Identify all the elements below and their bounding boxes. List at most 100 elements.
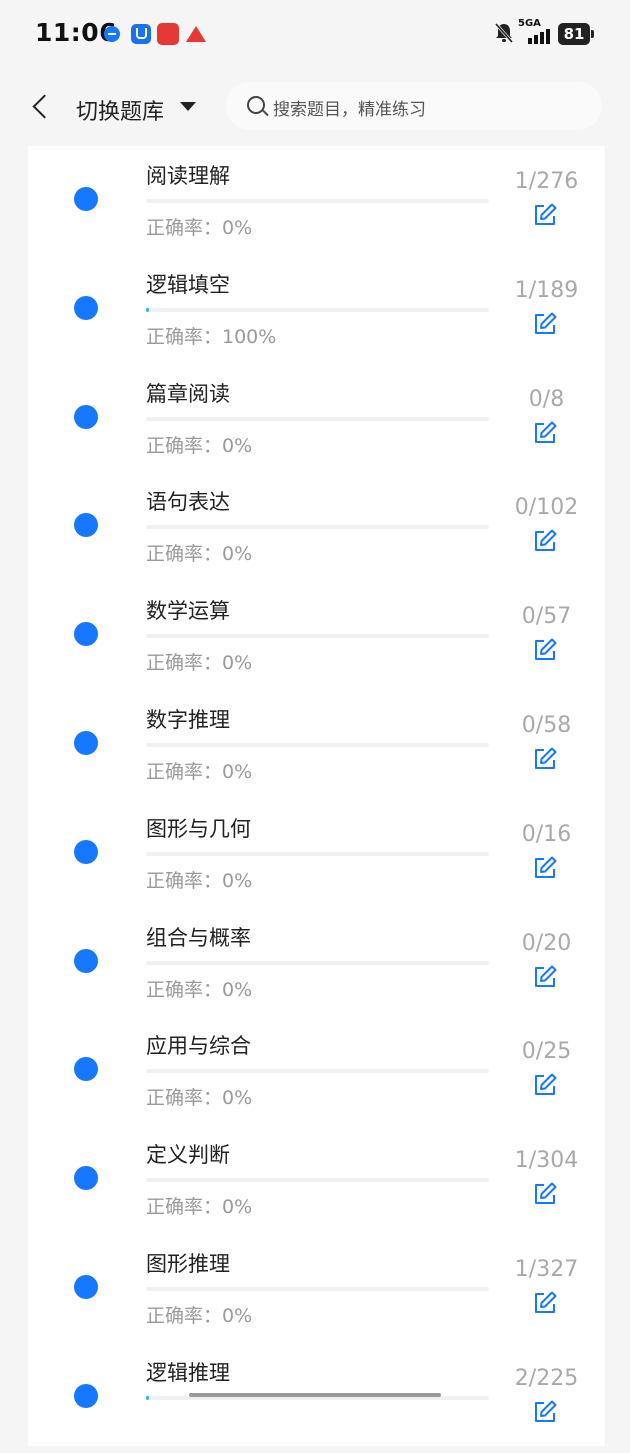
progress-count: 0/25 [521,1039,572,1065]
accuracy-text: 正确率：0% [146,869,253,892]
edit-icon[interactable] [532,1181,558,1207]
category-title: 定义判断 [146,1143,230,1168]
list-item[interactable]: 数学运算 正确率：0% 0/57 [28,583,605,691]
list-item[interactable]: 逻辑填空 正确率：100% 1/189 [28,257,605,365]
list-item[interactable]: 应用与综合 正确率：0% 0/25 [28,1018,605,1126]
search-icon [247,96,265,114]
category-title: 阅读理解 [146,164,230,188]
status-dot-icon [74,1275,98,1299]
accuracy-text: 正确率：0% [146,217,253,239]
list-item[interactable]: 逻辑推理 2/225 [28,1345,605,1453]
progress-count: 0/8 [528,386,565,412]
progress-count: 0/102 [514,495,579,521]
progress-count: 1/327 [514,1257,579,1282]
progress-count: 0/57 [521,604,572,630]
alipay-icon [104,26,120,42]
progress-track [146,307,489,312]
red-app-icon [157,23,179,45]
status-dot-icon [74,1057,98,1082]
progress-track [146,743,489,747]
edit-icon[interactable] [532,311,558,337]
progress-track [146,1069,489,1074]
progress-count: 1/304 [514,1148,579,1174]
category-title: 图形与几何 [146,816,251,841]
edit-icon[interactable] [532,528,558,554]
progress-count: 0/16 [521,821,572,847]
accuracy-text: 正确率：0% [146,761,253,783]
caret-down-icon[interactable] [180,102,196,111]
accuracy-text: 正确率：0% [146,978,253,1001]
edit-icon[interactable] [532,746,558,772]
progress-track [146,960,489,965]
list-item[interactable]: 阅读理解 正确率：0% 1/276 [28,148,605,256]
status-dot-icon [74,513,98,538]
scrollbar[interactable] [189,1393,441,1397]
category-title: 逻辑填空 [146,272,230,297]
edit-icon[interactable] [532,1290,558,1316]
list-item[interactable]: 图形推理 正确率：0% 1/327 [28,1236,605,1344]
edit-icon[interactable] [532,202,558,228]
progress-track [146,199,489,203]
edit-icon[interactable] [532,1399,558,1425]
status-dot-icon [74,622,98,647]
category-title: 图形推理 [146,1252,230,1276]
progress-track [146,525,489,530]
red-triangle-icon [186,24,206,44]
category-title: 组合与概率 [146,925,251,950]
progress-count: 2/225 [514,1365,579,1391]
progress-track [146,1178,489,1183]
accuracy-text: 正确率：0% [146,1087,253,1110]
status-bar: 11:06 5GA 81 [0,0,630,70]
status-dot-icon [74,948,98,973]
list-item[interactable]: 数字推理 正确率：0% 0/58 [28,692,605,800]
edit-icon[interactable] [532,637,558,663]
category-title: 应用与综合 [146,1034,251,1059]
progress-count: 0/58 [521,713,572,738]
question-category-list: 阅读理解 正确率：0% 1/276 逻辑填空 正确率：100% 1/189 篇章… [28,146,605,1446]
category-title: 语句表达 [146,490,230,515]
status-dot-icon [74,404,98,429]
category-title: 篇章阅读 [146,381,230,406]
progress-track [146,634,489,639]
battery-level: 81 [563,25,585,43]
progress-count: 0/20 [521,930,572,956]
edit-icon[interactable] [532,1072,558,1098]
category-title: 数字推理 [146,708,230,732]
list-item[interactable]: 篇章阅读 正确率：0% 0/8 [28,366,605,474]
accuracy-text: 正确率：0% [146,652,253,675]
nav-bar: 切换题库 搜索题目，精准练习 [0,70,630,145]
category-title: 逻辑推理 [146,1360,230,1385]
chevron-left-icon[interactable] [28,92,58,122]
accuracy-text: 正确率：0% [146,1196,253,1219]
edit-icon[interactable] [532,964,558,990]
progress-fill [146,1395,150,1400]
list-item[interactable]: 图形与几何 正确率：0% 0/16 [28,801,605,909]
status-dot-icon [74,1383,98,1408]
status-dot-icon [74,295,98,320]
battery-icon: 81 [558,23,594,45]
status-dot-icon [74,187,98,211]
edit-icon[interactable] [532,420,558,446]
progress-count: 1/189 [514,277,579,303]
status-dot-icon [74,731,98,755]
status-dot-icon [74,839,98,864]
signal-icon: 5GA [518,18,554,46]
accuracy-text: 正确率：0% [146,434,253,457]
edit-icon[interactable] [532,855,558,881]
accuracy-text: 正确率：0% [146,543,253,566]
category-title: 数学运算 [146,599,230,624]
list-item[interactable]: 定义判断 正确率：0% 1/304 [28,1127,605,1235]
list-item[interactable]: 语句表达 正确率：0% 0/102 [28,474,605,582]
switch-bank-button[interactable]: 切换题库 [76,94,164,126]
progress-track [146,416,489,421]
list-item[interactable]: 组合与概率 正确率：0% 0/20 [28,910,605,1018]
accuracy-text: 正确率：0% [146,1305,253,1327]
app-u-icon [131,24,151,44]
progress-track [146,851,489,856]
accuracy-text: 正确率：100% [146,325,277,348]
search-placeholder: 搜索题目，精准练习 [273,100,426,120]
network-label: 5GA [518,18,541,29]
search-input[interactable]: 搜索题目，精准练习 [226,82,602,130]
progress-track [146,1287,489,1291]
progress-count: 1/276 [514,169,579,194]
